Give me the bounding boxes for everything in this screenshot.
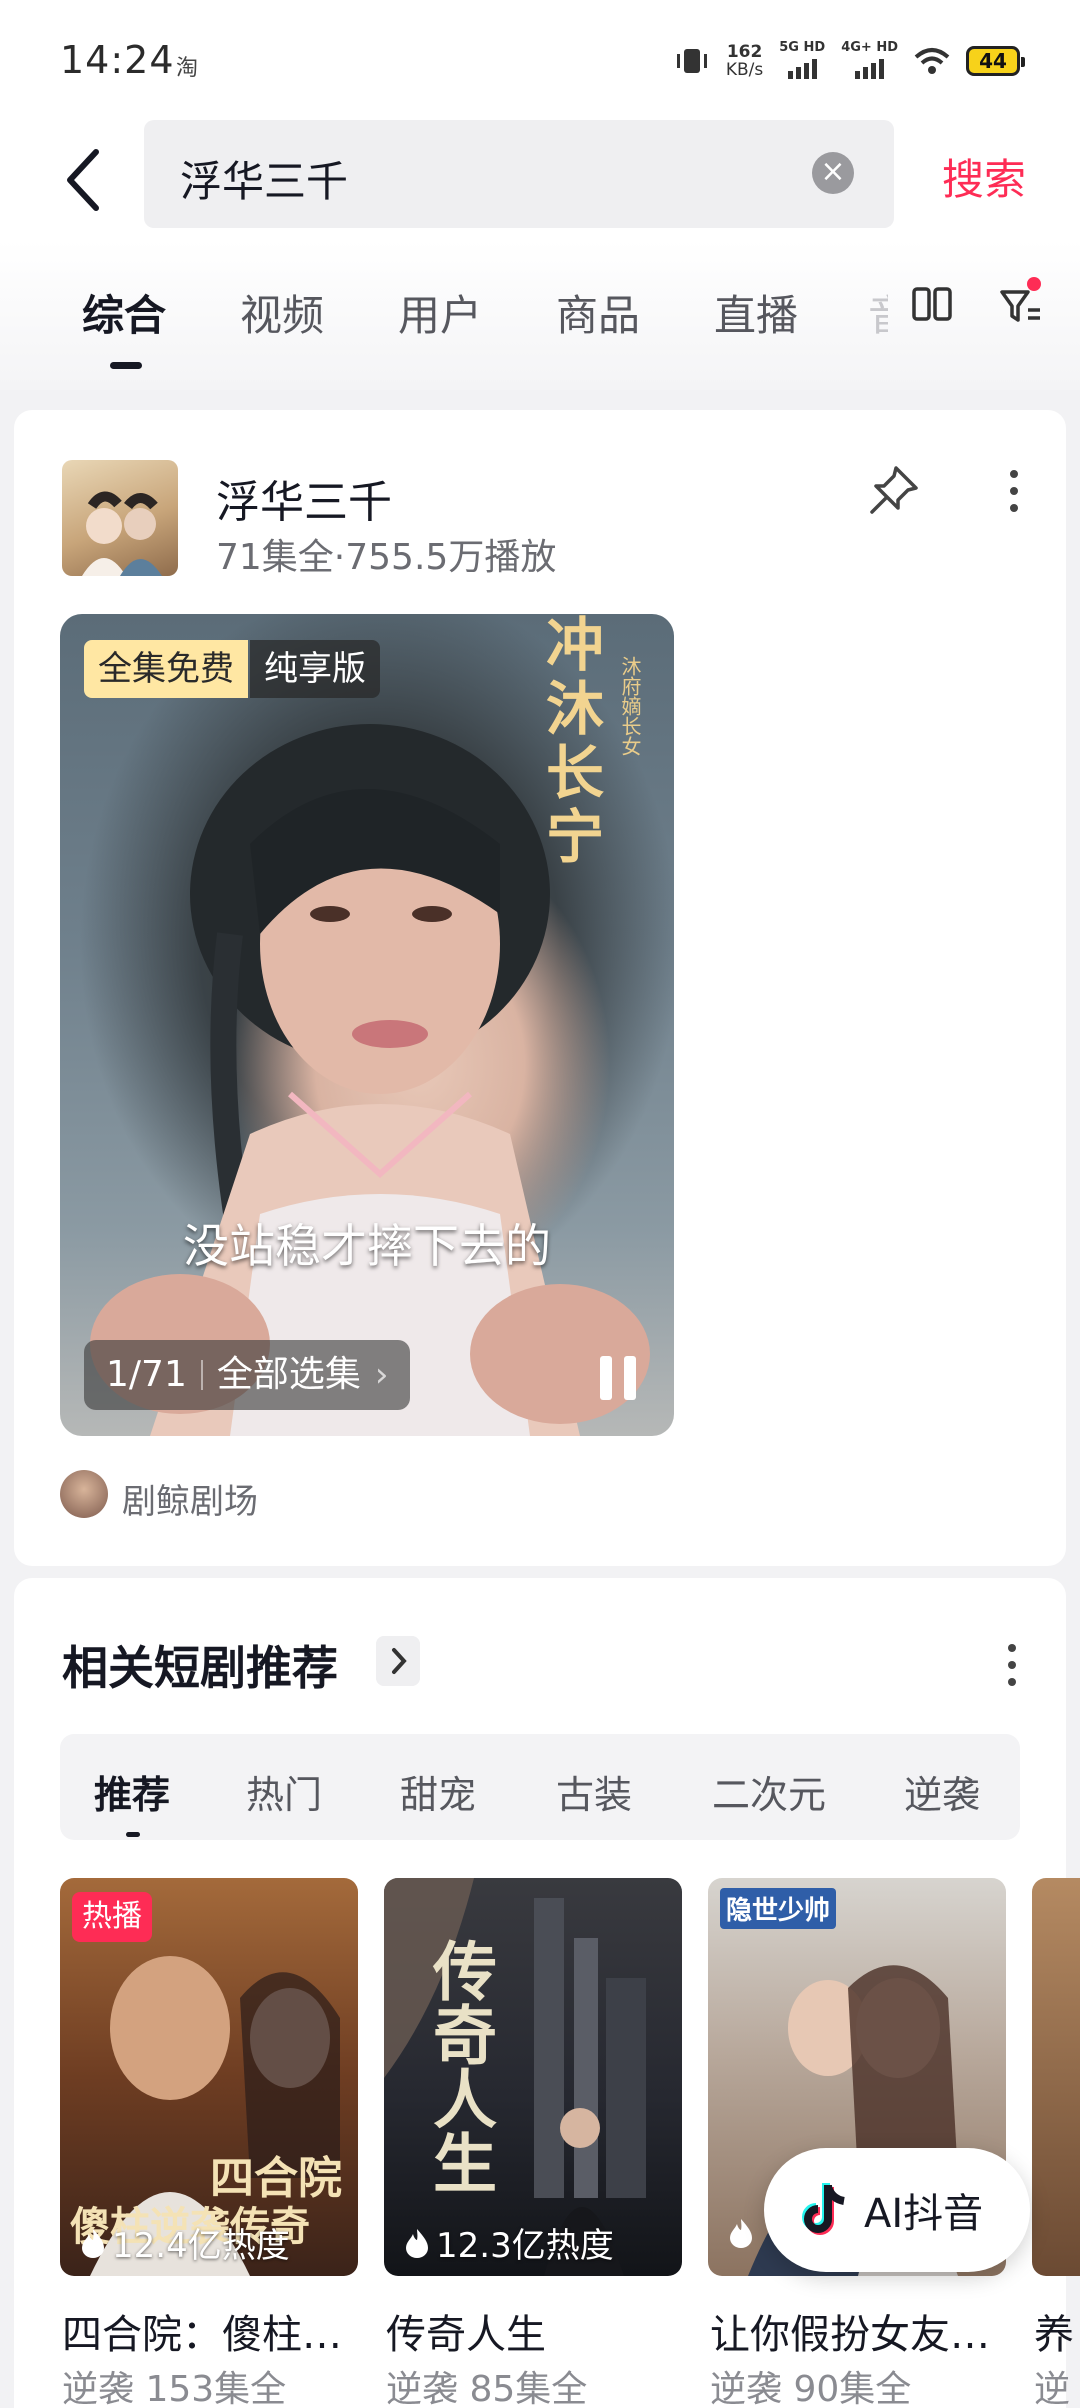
more-options-icon[interactable] [1000, 466, 1028, 516]
flame-icon [730, 2219, 752, 2248]
related-tab-recommend[interactable]: 推荐 [94, 1764, 170, 1819]
flame-icon [82, 2228, 104, 2258]
signal-bars-icon [855, 57, 885, 79]
heat-label [728, 2218, 760, 2248]
notification-app-icon: 淘 [176, 56, 199, 81]
author-avatar[interactable] [60, 1470, 108, 1518]
status-time: 14:24 [60, 38, 175, 82]
drama-meta: 逆 [1034, 2369, 1071, 2408]
tab-indicator [110, 362, 142, 369]
video-subtitle: 没站稳才摔下去的 [183, 1219, 551, 1273]
drama-meta: 71集全·755.5万播放 [216, 537, 557, 578]
drama-poster[interactable] [1032, 1878, 1080, 2276]
battery-icon: 44 [966, 46, 1025, 76]
related-tab-anime[interactable]: 二次元 [712, 1764, 826, 1819]
pin-icon[interactable] [866, 462, 922, 518]
pause-icon[interactable] [596, 1354, 640, 1402]
douyin-logo-icon [802, 2183, 845, 2235]
ai-douyin-button[interactable]: AI抖音 [764, 2148, 1030, 2272]
related-title[interactable]: 相关短剧推荐 [62, 1632, 338, 1698]
chevron-right-icon: › [374, 1355, 389, 1395]
tab-all[interactable]: 综合 [82, 282, 166, 343]
episode-select-label: 全部选集 [216, 1354, 361, 1395]
poster-subtitle-art: 沐府嫡长女 [618, 656, 642, 756]
related-tab-hot[interactable]: 热门 [246, 1764, 322, 1819]
back-button[interactable] [56, 142, 112, 218]
drama-cover-thumbnail[interactable] [62, 460, 178, 576]
tab-product[interactable]: 商品 [556, 282, 640, 343]
sim1-signal: 5G HD [779, 39, 825, 83]
free-badge: 全集免费 [84, 640, 248, 698]
heat-label: 12.3亿热度 [404, 2218, 614, 2267]
search-query-text[interactable]: 浮华三千 [180, 148, 348, 209]
vibrate-icon [676, 49, 707, 73]
drama-title[interactable]: 传奇人生 [386, 2302, 684, 2360]
clear-search-button[interactable]: × [812, 152, 854, 194]
more-options-icon[interactable] [998, 1640, 1026, 1690]
poster-art-text: 隐世少帅 [720, 1888, 837, 1929]
pure-version-badge: 纯享版 [250, 640, 380, 698]
net-speed: 162 KB/s [725, 42, 764, 80]
related-tab-comeback[interactable]: 逆袭 [904, 1764, 980, 1819]
signal-bars-icon [787, 57, 817, 79]
status-icons: 162 KB/s 5G HD 4G+ HD 44 [674, 38, 1025, 84]
chevron-right-icon[interactable] [376, 1636, 420, 1686]
wifi-icon [914, 48, 950, 74]
episode-selector-button[interactable]: 1/71 全部选集 › [84, 1340, 411, 1410]
poster-art-text: 传奇人生 [422, 1938, 497, 2194]
related-category-tabs [60, 1734, 1020, 1840]
tab-overflow: 音 [868, 282, 888, 343]
episode-counter: 1/71 [106, 1354, 187, 1395]
hot-badge: 热播 [72, 1892, 152, 1942]
poster-title-art: 冲沐长宁 [536, 614, 604, 870]
related-tab-sweet[interactable]: 甜宠 [400, 1764, 476, 1819]
tab-video[interactable]: 视频 [240, 282, 324, 343]
double-column-icon[interactable] [912, 286, 952, 322]
ai-douyin-label: AI抖音 [864, 2191, 984, 2237]
heat-label: 12.4亿热度 [80, 2218, 290, 2267]
drama-meta: 逆袭 85集全 [386, 2369, 588, 2408]
drama-title[interactable]: 养 [1034, 2302, 1080, 2360]
flame-icon [406, 2228, 428, 2258]
drama-meta: 逆袭 153集全 [62, 2369, 287, 2408]
sim2-signal: 4G+ HD [841, 39, 898, 83]
related-tab-costume[interactable]: 古装 [556, 1764, 632, 1819]
drama-title[interactable]: 浮华三千 [216, 466, 392, 530]
tab-live[interactable]: 直播 [714, 282, 798, 343]
author-name[interactable]: 剧鲸剧场 [122, 1474, 258, 1523]
drama-meta: 逆袭 90集全 [710, 2369, 912, 2408]
drama-poster[interactable]: 传奇人生 [384, 1878, 682, 2276]
related-tab-indicator [126, 1832, 140, 1837]
filter-icon[interactable] [998, 276, 1042, 328]
tab-user[interactable]: 用户 [398, 282, 482, 343]
search-button[interactable]: 搜索 [942, 146, 1026, 207]
drama-title[interactable]: 四合院：傻柱… [62, 2302, 360, 2360]
drama-title[interactable]: 让你假扮女友… [710, 2302, 1008, 2360]
